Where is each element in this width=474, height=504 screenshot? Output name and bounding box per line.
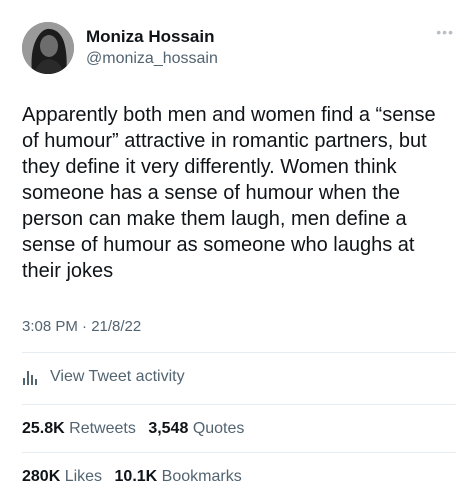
likes-count: 280K [22, 468, 61, 485]
likes-label: Likes [64, 468, 103, 485]
like-bookmark-stats: 280K Likes 10.1K Bookmarks [22, 468, 250, 486]
divider [22, 404, 456, 405]
ellipsis-icon[interactable]: ••• [436, 24, 454, 40]
bookmarks-stat[interactable]: 10.1K Bookmarks [115, 468, 242, 485]
bar-chart-icon [22, 369, 40, 385]
tweet-timestamp[interactable]: 3:08 PM · 21/8/22 [22, 318, 141, 335]
divider [22, 352, 456, 353]
bookmarks-count: 10.1K [114, 468, 158, 485]
tweet-header: Moniza Hossain @moniza_hossain ••• [22, 18, 456, 78]
user-names: Moniza Hossain @moniza_hossain [86, 26, 218, 70]
quotes-stat[interactable]: 3,548 Quotes [148, 420, 244, 437]
retweet-quote-stats: 25.8K Retweets 3,548 Quotes [22, 420, 252, 438]
avatar[interactable] [22, 22, 74, 74]
retweets-stat[interactable]: 25.8K Retweets [22, 420, 136, 437]
view-tweet-activity-link[interactable]: View Tweet activity [22, 368, 185, 386]
tweet-text: Apparently both men and women find a “se… [22, 104, 436, 282]
quotes-label: Quotes [192, 420, 245, 437]
divider [22, 452, 456, 453]
avatar-photo [22, 22, 74, 74]
bookmarks-label: Bookmarks [161, 468, 242, 485]
view-tweet-activity-label: View Tweet activity [50, 368, 185, 385]
quotes-count: 3,548 [148, 420, 189, 437]
retweets-count: 25.8K [22, 420, 65, 437]
likes-stat[interactable]: 280K Likes [22, 468, 102, 485]
retweets-label: Retweets [69, 420, 136, 437]
display-name[interactable]: Moniza Hossain [86, 26, 218, 48]
tweet: Moniza Hossain @moniza_hossain ••• Appar… [0, 0, 474, 504]
user-handle[interactable]: @moniza_hossain [86, 48, 218, 70]
